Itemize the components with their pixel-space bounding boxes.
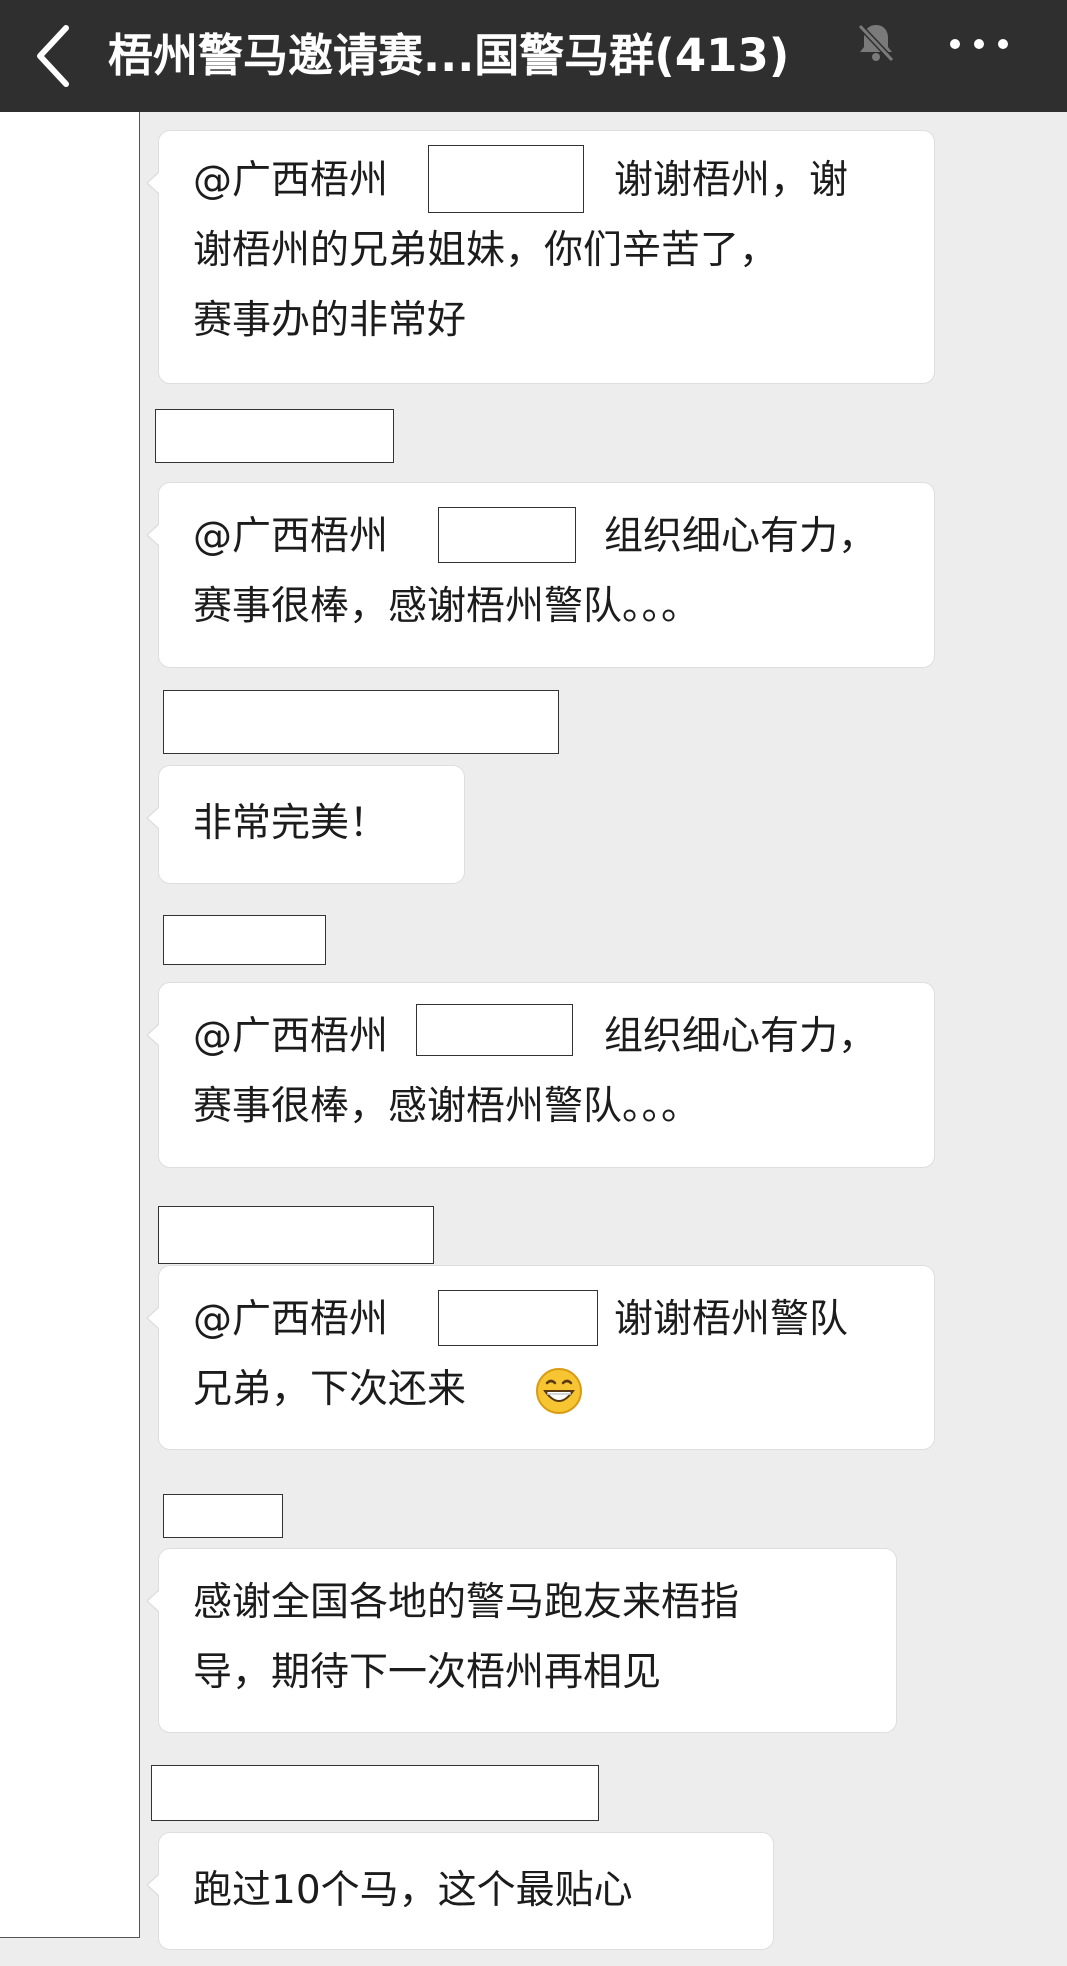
message-line: @广西梧州 bbox=[193, 1290, 388, 1350]
message-line: 谢谢梧州，谢 bbox=[614, 151, 848, 211]
message-text: 感谢全国各地的警马跑友来梧指 bbox=[193, 1580, 740, 1625]
chat-screen: 梧州警马邀请赛...国警马群(413) @广西梧州 谢谢梧州，谢 谢梧州的兄弟姐… bbox=[0, 0, 1067, 1966]
message-line: @广西梧州 bbox=[193, 507, 388, 567]
message-line: @广西梧州 bbox=[193, 1007, 388, 1067]
message-line: 谢梧州的兄弟姐妹，你们辛苦了， bbox=[193, 221, 778, 281]
message-bubble[interactable]: 感谢全国各地的警马跑友来梧指 导，期待下一次梧州再相见 bbox=[146, 1548, 897, 1733]
message-text: 兄弟，下次还来 bbox=[193, 1367, 467, 1412]
redacted-sender-name bbox=[151, 1765, 599, 1821]
message-line: 赛事办的非常好 bbox=[193, 291, 466, 351]
message-line: @广西梧州 bbox=[193, 151, 388, 211]
message-text: 谢谢梧州警队 bbox=[614, 1297, 849, 1342]
message-line: 组织细心有力， bbox=[604, 507, 877, 567]
message-text: 导，期待下一次梧州再相见 bbox=[193, 1650, 662, 1695]
redacted-mention bbox=[438, 507, 576, 563]
message-text: 组织细心有力， bbox=[604, 1014, 878, 1059]
message-text: 赛事很棒，感谢梧州警队。。。 bbox=[193, 1084, 701, 1129]
message-line: 兄弟，下次还来 bbox=[193, 1360, 466, 1420]
redacted-mention bbox=[428, 145, 584, 213]
redacted-sender-name bbox=[158, 1206, 434, 1264]
message-text: 赛事办的非常好 bbox=[193, 298, 467, 343]
message-text: @广西梧州 bbox=[193, 514, 389, 559]
message-line: 组织细心有力， bbox=[604, 1007, 877, 1067]
message-line: 赛事很棒，感谢梧州警队。。。 bbox=[193, 1077, 700, 1137]
message-line: 赛事很棒，感谢梧州警队。。。 bbox=[193, 577, 700, 637]
message-text: 非常完美！ bbox=[193, 801, 389, 846]
grinning-face-icon bbox=[536, 1368, 582, 1414]
chat-title: 梧州警马邀请赛...国警马群(413) bbox=[108, 29, 790, 82]
chevron-left-icon[interactable] bbox=[22, 18, 86, 94]
message-text: @广西梧州 bbox=[193, 158, 389, 203]
message-text: 组织细心有力， bbox=[604, 514, 878, 559]
redacted-sender-name bbox=[163, 915, 326, 965]
redacted-sender-name bbox=[163, 690, 559, 754]
message-line: 感谢全国各地的警马跑友来梧指 bbox=[193, 1573, 739, 1633]
message-text: 跑过10个马，这个最贴心 bbox=[193, 1868, 633, 1913]
chat-header: 梧州警马邀请赛...国警马群(413) bbox=[0, 0, 1067, 112]
message-text: 赛事很棒，感谢梧州警队。。。 bbox=[193, 584, 701, 629]
redacted-mention bbox=[438, 1290, 598, 1346]
redacted-sender-name bbox=[155, 409, 394, 463]
avatar-column-redacted bbox=[0, 112, 140, 1938]
message-text: 谢谢梧州，谢 bbox=[614, 158, 849, 203]
message-line: 导，期待下一次梧州再相见 bbox=[193, 1643, 661, 1703]
message-text: 谢梧州的兄弟姐妹，你们辛苦了， bbox=[193, 228, 779, 273]
message-bubble[interactable]: 跑过10个马，这个最贴心 bbox=[146, 1832, 774, 1950]
message-line: 谢谢梧州警队 bbox=[614, 1290, 848, 1350]
message-text: @广西梧州 bbox=[193, 1297, 389, 1342]
redacted-sender-name bbox=[163, 1494, 283, 1538]
more-dots-icon[interactable] bbox=[946, 24, 1012, 64]
message-line: 非常完美！ bbox=[193, 794, 388, 854]
redacted-mention bbox=[416, 1004, 573, 1056]
bell-muted-icon bbox=[857, 23, 895, 63]
message-line: 跑过10个马，这个最贴心 bbox=[193, 1861, 633, 1921]
message-text: @广西梧州 bbox=[193, 1014, 389, 1059]
message-bubble[interactable]: 非常完美！ bbox=[146, 765, 465, 884]
